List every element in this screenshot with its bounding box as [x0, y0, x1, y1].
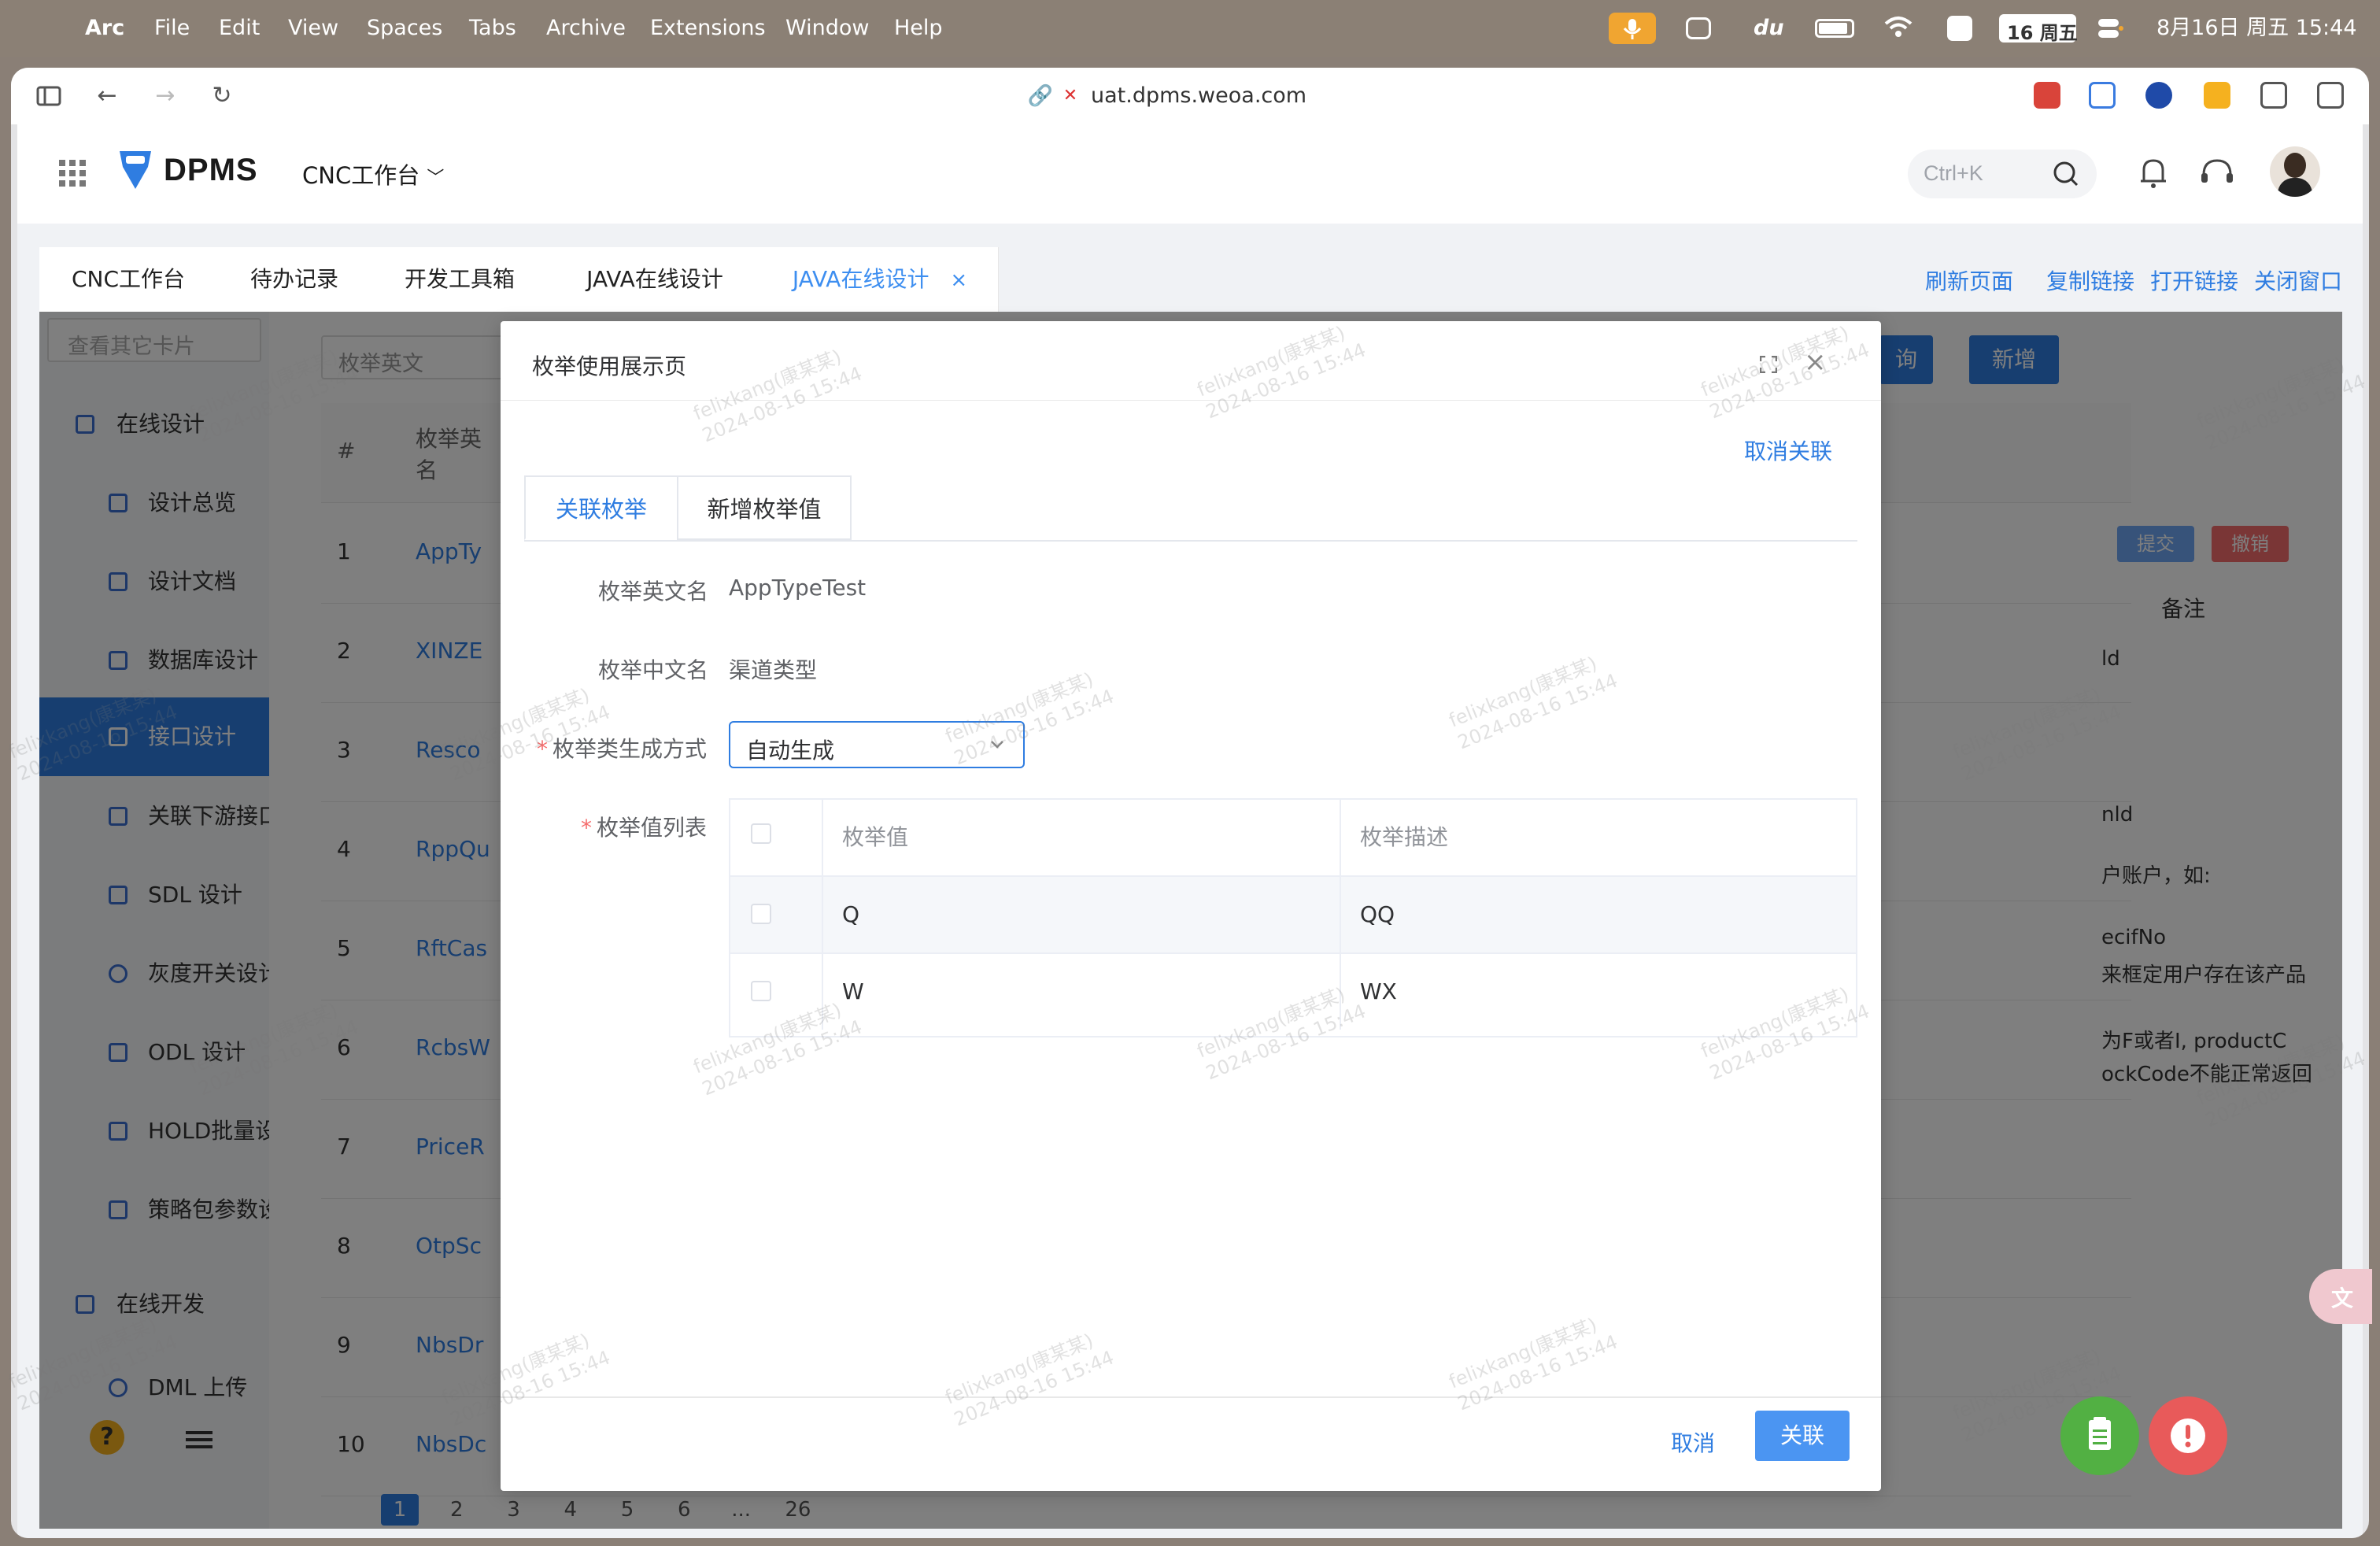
menu-tabs[interactable]: Tabs	[469, 16, 516, 41]
forward-arrow-icon[interactable]: →	[151, 82, 179, 110]
app-grid-icon[interactable]	[58, 159, 87, 187]
tab-dev-toolbox[interactable]: 开发工具箱	[371, 247, 549, 312]
close-icon[interactable]: ×	[1804, 346, 1827, 378]
dpms-logo-icon	[116, 148, 154, 192]
menubar-clock[interactable]: 8月16日 周五 15:44	[2156, 16, 2357, 41]
extension-edit-icon[interactable]	[2089, 82, 2116, 109]
table-row[interactable]: W WX	[730, 954, 1856, 1031]
table-header-row: 枚举值 枚举描述	[730, 800, 1856, 877]
back-arrow-icon[interactable]: ←	[93, 82, 121, 110]
enum-en-name-label: 枚举英文名	[598, 579, 709, 605]
dialog-header: 枚举使用展示页 ×	[501, 321, 1881, 401]
app-logo-text[interactable]: DPMS	[164, 153, 258, 188]
workspace-label: CNC工作台	[302, 162, 420, 189]
enum-value-cell: W	[823, 954, 1341, 1030]
menu-edit[interactable]: Edit	[219, 16, 260, 41]
url-text[interactable]: uat.dpms.weoa.com	[1091, 82, 1306, 110]
extension-clipboard-icon[interactable]	[2204, 82, 2230, 109]
row-select-cell	[730, 877, 823, 952]
microphone-icon[interactable]	[1609, 13, 1656, 44]
translate-icon[interactable]: 文	[2309, 1269, 2372, 1324]
tab-label: JAVA在线设计	[792, 266, 929, 292]
gen-method-value: 自动生成	[746, 738, 835, 764]
close-tab-icon[interactable]: ×	[950, 268, 967, 292]
reload-icon[interactable]: ↻	[208, 82, 236, 110]
app-header: DPMS CNC工作台 ﹀ Ctrl+K	[17, 124, 2363, 224]
control-center-icon[interactable]	[2097, 16, 2123, 41]
chevron-down-icon	[990, 737, 1004, 751]
search-icon[interactable]	[2053, 161, 2079, 187]
gen-method-select[interactable]: 自动生成	[729, 721, 1025, 768]
menu-help[interactable]: Help	[894, 16, 943, 41]
chevron-down-icon: ﹀	[427, 168, 445, 188]
global-search[interactable]: Ctrl+K	[1908, 150, 2097, 198]
page-tabs: CNC工作台 待办记录 开发工具箱 JAVA在线设计 JAVA在线设计 × 刷新…	[39, 247, 2342, 312]
open-link-link[interactable]: 打开链接	[2150, 264, 2238, 296]
tab-java-design[interactable]: JAVA在线设计	[548, 247, 763, 312]
screen-mirror-icon[interactable]	[1686, 17, 1711, 39]
search-placeholder: Ctrl+K	[1924, 161, 1983, 185]
bell-icon[interactable]	[2136, 154, 2171, 192]
enum-cn-name-value: 渠道类型	[729, 657, 818, 683]
macos-menu-bar: Arc File Edit View Spaces Tabs Archive E…	[0, 0, 2380, 57]
menu-app-name[interactable]: Arc	[85, 16, 124, 41]
menu-window[interactable]: Window	[785, 16, 869, 41]
link-confirm-button[interactable]: 关联	[1755, 1411, 1850, 1461]
avatar[interactable]	[2270, 146, 2320, 197]
enum-value-table: 枚举值 枚举描述 Q QQ W WX	[729, 798, 1857, 1037]
menu-spaces[interactable]: Spaces	[367, 16, 442, 41]
enum-cn-name-label: 枚举中文名	[598, 657, 709, 683]
extension-check-icon[interactable]	[2145, 82, 2172, 109]
du-app-icon[interactable]: du	[1754, 16, 1784, 41]
sidebar-toggle-icon[interactable]	[35, 82, 63, 110]
row-checkbox[interactable]	[751, 904, 771, 924]
clipboard-fab[interactable]	[2060, 1396, 2139, 1475]
gen-method-label: * 枚举类生成方式	[537, 736, 708, 762]
row-select-cell	[730, 954, 823, 1030]
tab-linked-enum[interactable]: 关联枚举	[524, 475, 678, 540]
refresh-page-link[interactable]: 刷新页面	[1925, 264, 2013, 296]
close-window-link[interactable]: 关闭窗口	[2254, 264, 2342, 296]
split-view-icon[interactable]	[2317, 82, 2344, 109]
unlink-link[interactable]: 取消关联	[1744, 435, 1832, 466]
select-all-checkbox[interactable]	[751, 823, 771, 844]
workspace-switcher[interactable]: CNC工作台 ﹀	[302, 157, 444, 190]
dialog-tabs: 关联枚举 新增枚举值	[524, 475, 1857, 542]
tab-todo-records[interactable]: 待办记录	[217, 247, 372, 312]
tab-add-enum-value[interactable]: 新增枚举值	[677, 475, 852, 540]
fullscreen-icon[interactable]	[1759, 355, 1778, 374]
enum-usage-dialog: 枚举使用展示页 × 取消关联 关联枚举 新增枚举值 枚举英文名 AppTypeT…	[501, 321, 1881, 1491]
tab-cnc-workbench[interactable]: CNC工作台	[39, 247, 218, 312]
enum-value-cell: Q	[823, 877, 1341, 952]
enum-en-name-value: AppTypeTest	[729, 575, 867, 601]
enum-desc-cell: QQ	[1360, 901, 1395, 927]
extension-settings-icon[interactable]	[2260, 82, 2287, 109]
column-header-desc: 枚举描述	[1360, 824, 1449, 850]
calendar-badge[interactable]: 16 周五	[1999, 14, 2078, 44]
select-all-cell	[730, 800, 823, 875]
wifi-icon[interactable]	[1883, 13, 1914, 44]
enum-list-label: * 枚举值列表	[581, 815, 708, 841]
link-icon[interactable]: 🔗	[1026, 82, 1055, 110]
alert-fab[interactable]	[2149, 1396, 2227, 1475]
customer-service-icon[interactable]	[2197, 154, 2237, 192]
menu-file[interactable]: File	[154, 16, 190, 41]
dialog-footer-divider	[501, 1396, 1881, 1398]
browser-toolbar: ← → ↻ 🔗 ✕ uat.dpms.weoa.com	[11, 68, 2369, 125]
notification-muted-icon: ✕	[1062, 86, 1078, 105]
dialog-title: 枚举使用展示页	[532, 353, 687, 379]
notes-icon[interactable]	[1947, 16, 1972, 41]
battery-icon[interactable]	[1815, 19, 1854, 38]
tab-java-design-active[interactable]: JAVA在线设计 ×	[762, 247, 999, 312]
menu-view[interactable]: View	[288, 16, 338, 41]
enum-desc-cell: WX	[1360, 978, 1397, 1004]
column-header-value: 枚举值	[823, 800, 1341, 875]
table-row[interactable]: Q QQ	[730, 877, 1856, 954]
cancel-button[interactable]: 取消	[1650, 1418, 1736, 1469]
row-checkbox[interactable]	[751, 981, 771, 1001]
menu-extensions[interactable]: Extensions	[650, 16, 766, 41]
copy-link-link[interactable]: 复制链接	[2046, 264, 2134, 296]
menu-archive[interactable]: Archive	[546, 16, 626, 41]
extension-calendar-icon[interactable]	[2034, 82, 2060, 109]
